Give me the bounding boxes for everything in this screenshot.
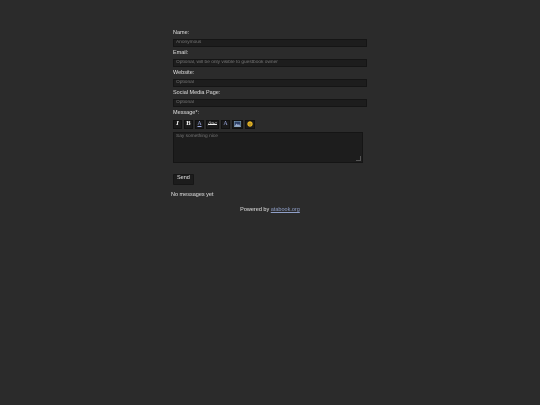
guestbook-form: Name: Anonymous Email: Optional, will be… bbox=[173, 30, 367, 163]
emoji-button[interactable] bbox=[245, 119, 255, 129]
name-input[interactable]: Anonymous bbox=[173, 39, 367, 47]
footer: Powered by atabook.org bbox=[0, 207, 540, 213]
message-label: Message*: bbox=[173, 110, 199, 116]
spoiler-button[interactable]: A bbox=[221, 119, 230, 129]
email-input[interactable]: Optional, will be only visible to guestb… bbox=[173, 59, 367, 67]
message-placeholder: Say something nice bbox=[176, 134, 218, 139]
empty-messages-text: No messages yet bbox=[171, 192, 214, 198]
emoji-icon bbox=[247, 121, 253, 127]
image-icon bbox=[234, 121, 241, 127]
email-label: Email: bbox=[173, 50, 189, 56]
underline-button[interactable]: A bbox=[195, 119, 204, 129]
social-label: Social Media Page: bbox=[173, 90, 221, 96]
bold-button[interactable]: B bbox=[184, 119, 193, 129]
website-label: Website: bbox=[173, 70, 195, 76]
message-textarea[interactable]: Say something nice bbox=[173, 132, 363, 163]
strike-button[interactable]: /inc bbox=[206, 119, 219, 129]
format-toolbar: I B A /inc A bbox=[173, 119, 365, 129]
italic-button[interactable]: I bbox=[173, 119, 182, 129]
footer-prefix: Powered by bbox=[240, 207, 270, 213]
send-button[interactable]: Send bbox=[173, 174, 194, 185]
name-label: Name: bbox=[173, 30, 190, 36]
website-input[interactable]: Optional bbox=[173, 79, 367, 87]
resize-handle[interactable] bbox=[356, 156, 361, 161]
social-input[interactable]: Optional bbox=[173, 99, 367, 107]
atabook-link[interactable]: atabook.org bbox=[271, 207, 300, 213]
image-button[interactable] bbox=[232, 119, 243, 129]
